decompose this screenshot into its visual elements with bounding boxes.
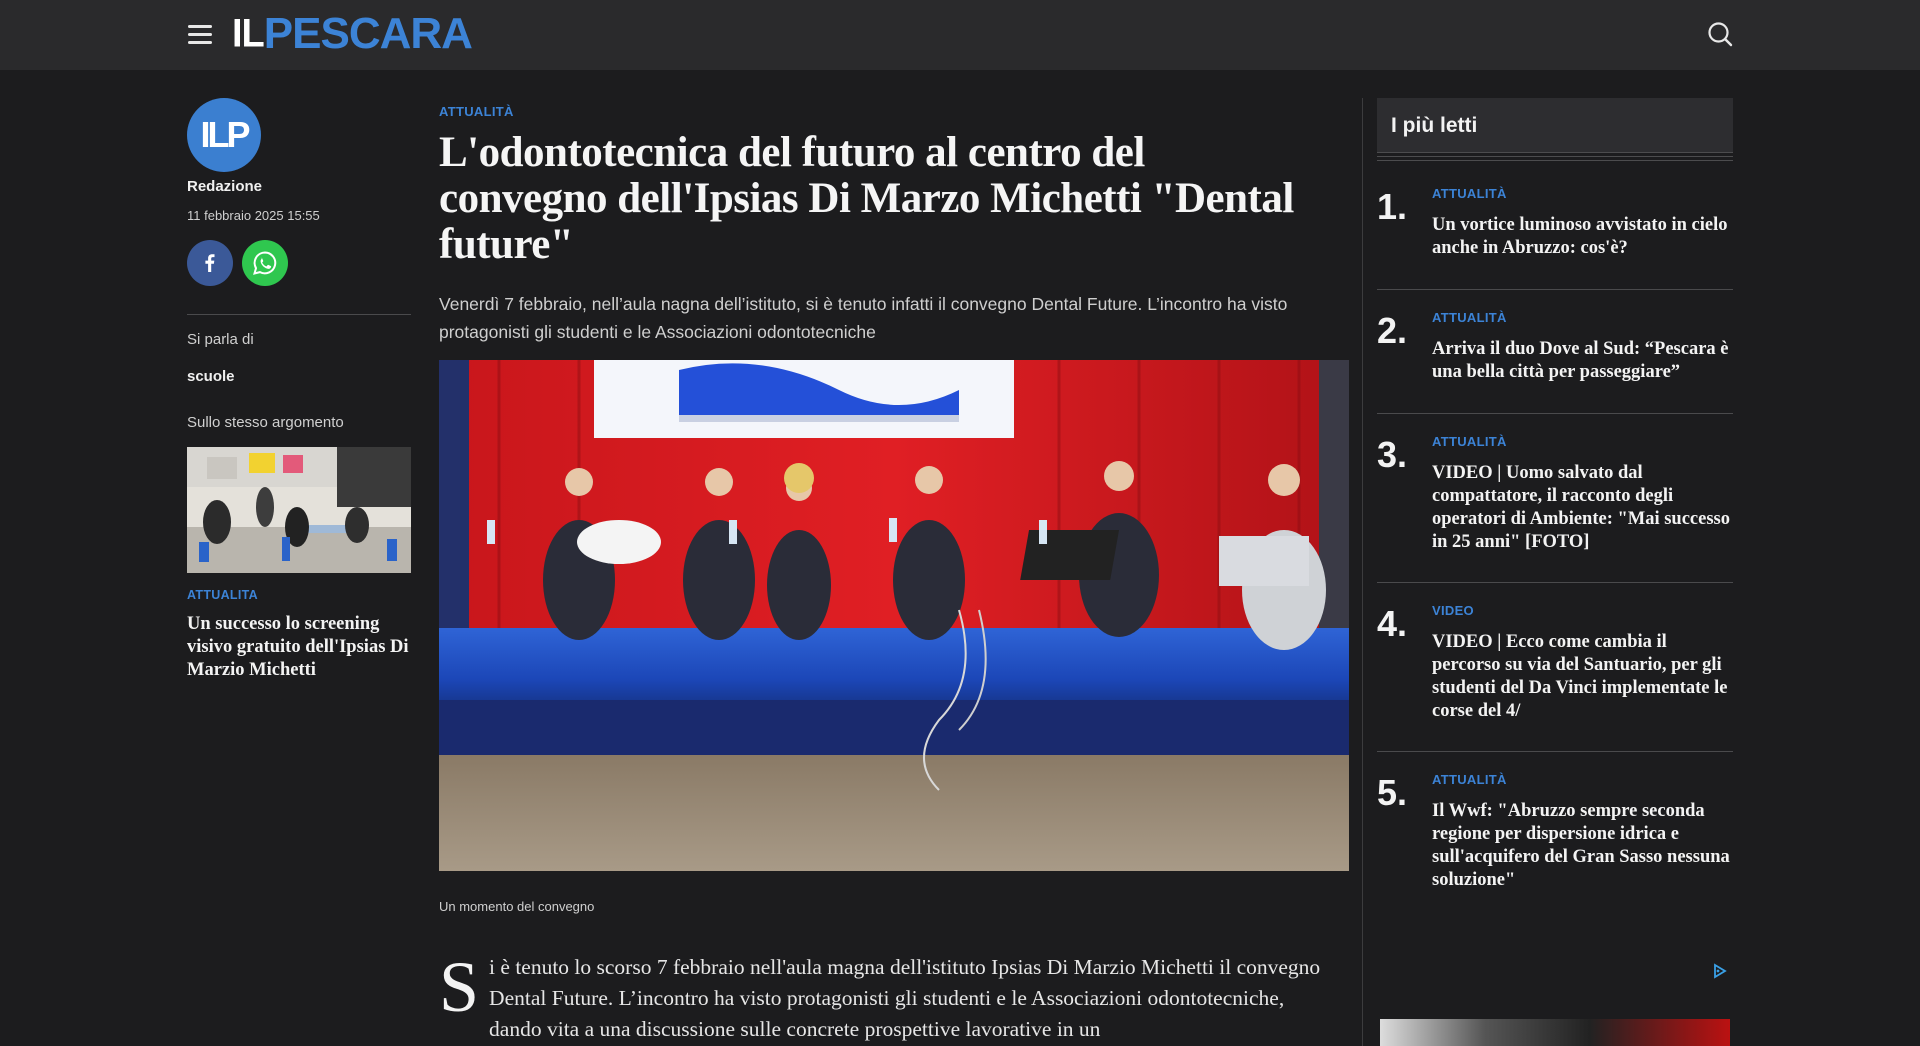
logo-pescara: PESCARA — [263, 9, 473, 58]
most-read-separator — [1377, 751, 1733, 752]
whatsapp-share-button[interactable] — [242, 240, 288, 286]
most-read-title[interactable]: Arriva il duo Dove al Sud: “Pescara è un… — [1432, 338, 1732, 384]
image-caption: Un momento del convegno — [439, 899, 595, 914]
most-read-title[interactable]: Il Wwf: "Abruzzo sempre seconda regione … — [1432, 800, 1732, 892]
menu-icon[interactable] — [188, 24, 214, 44]
topic-tag[interactable]: scuole — [187, 368, 235, 385]
article-lead: Venerdì 7 febbraio, nell’aula nagna dell… — [439, 294, 1288, 342]
most-read-category[interactable]: ATTUALITÀ — [1432, 186, 1507, 201]
most-read-category[interactable]: ATTUALITÀ — [1432, 434, 1507, 449]
most-read-heading: I più letti — [1391, 114, 1478, 137]
most-read-category[interactable]: ATTUALITÀ — [1432, 310, 1507, 325]
site-logo[interactable]: IL PESCARA — [232, 9, 473, 58]
most-read-title[interactable]: VIDEO | Uomo salvato dal compattatore, i… — [1432, 462, 1732, 554]
most-read-rule — [1377, 152, 1733, 164]
top-bar: IL PESCARA — [0, 0, 1920, 70]
related-article-image[interactable] — [187, 447, 411, 573]
topics-label: Si parla di — [187, 331, 254, 348]
most-read-rank: 2. — [1377, 310, 1408, 351]
facebook-icon — [205, 254, 215, 272]
most-read-separator — [1377, 289, 1733, 290]
most-read-category[interactable]: ATTUALITÀ — [1432, 772, 1507, 787]
most-read-separator — [1377, 413, 1733, 414]
related-label: Sullo stesso argomento — [187, 414, 344, 431]
left-divider — [187, 314, 411, 315]
related-article-category[interactable]: ATTUALITA — [187, 588, 258, 602]
author-avatar[interactable]: ILP — [187, 98, 261, 172]
adchoices-icon[interactable] — [1712, 963, 1728, 979]
publish-date: 11 febbraio 2025 15:55 — [187, 208, 320, 223]
most-read-title[interactable]: VIDEO | Ecco come cambia il percorso su … — [1432, 631, 1732, 723]
article-hero-image — [439, 360, 1349, 871]
drop-cap: S — [439, 947, 480, 1027]
most-read-header: I più letti — [1377, 98, 1733, 152]
most-read-rank: 4. — [1377, 603, 1408, 644]
most-read-separator — [1377, 582, 1733, 583]
most-read-title[interactable]: Un vortice luminoso avvistato in cielo a… — [1432, 214, 1732, 260]
facebook-share-button[interactable] — [187, 240, 233, 286]
column-divider — [1362, 98, 1363, 1046]
article-body-text: i è tenuto lo scorso 7 febbraio nell'aul… — [489, 955, 1321, 1041]
article-body: Si è tenuto lo scorso 7 febbraio nell'au… — [439, 947, 1339, 1045]
advertisement-banner[interactable] — [1380, 1019, 1730, 1046]
search-icon[interactable] — [1706, 20, 1734, 48]
article-category[interactable]: ATTUALITÀ — [439, 104, 514, 119]
logo-il: IL — [232, 11, 265, 57]
article-title: L'odontotecnica del futuro al centro del… — [439, 129, 1294, 268]
most-read-rank: 3. — [1377, 434, 1408, 475]
most-read-category[interactable]: VIDEO — [1432, 603, 1474, 618]
most-read-rank: 1. — [1377, 186, 1408, 227]
related-article-title[interactable]: Un successo lo screening visivo gratuito… — [187, 613, 411, 682]
author-name[interactable]: Redazione — [187, 178, 262, 195]
most-read-rank: 5. — [1377, 772, 1408, 813]
whatsapp-icon — [253, 251, 277, 275]
